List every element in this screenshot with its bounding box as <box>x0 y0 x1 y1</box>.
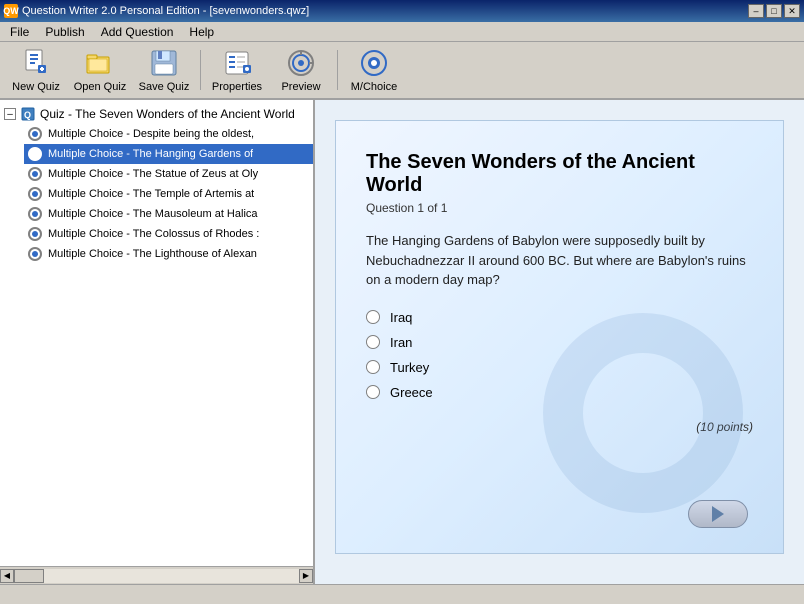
window-controls: – □ ✕ <box>748 4 800 18</box>
new-quiz-label: New Quiz <box>12 81 60 93</box>
app-icon: QW <box>4 4 18 18</box>
maximize-button[interactable]: □ <box>766 4 782 18</box>
option-radio-0[interactable] <box>366 310 380 324</box>
radio-icon <box>28 207 42 221</box>
status-bar <box>0 584 804 604</box>
save-quiz-button[interactable]: Save Quiz <box>134 45 194 95</box>
scroll-right-button[interactable]: ▶ <box>299 569 313 583</box>
mchoice-label: M/Choice <box>351 81 397 93</box>
tree-item-label: Multiple Choice - The Hanging Gardens of <box>48 148 253 160</box>
right-panel: The Seven Wonders of the Ancient World Q… <box>315 100 804 584</box>
title-bar-left: QW Question Writer 2.0 Personal Edition … <box>4 4 309 18</box>
tree-item-label: Multiple Choice - The Statue of Zeus at … <box>48 168 258 180</box>
new-quiz-button[interactable]: New Quiz <box>6 45 66 95</box>
tree-children: Multiple Choice - Despite being the olde… <box>24 124 313 264</box>
tree-toggle[interactable]: – <box>4 108 16 120</box>
option-label-0: Iraq <box>390 310 412 325</box>
tree-view: – Q Quiz - The Seven Wonders of the Anci… <box>0 100 313 566</box>
save-quiz-icon <box>148 47 180 79</box>
tree-item-label: Multiple Choice - The Lighthouse of Alex… <box>48 248 257 260</box>
option-label-3: Greece <box>390 385 433 400</box>
properties-icon <box>221 47 253 79</box>
tree-item[interactable]: Multiple Choice - The Colossus of Rhodes… <box>24 224 313 244</box>
save-quiz-label: Save Quiz <box>139 81 190 93</box>
toolbar-separator-1 <box>200 50 201 90</box>
option-radio-2[interactable] <box>366 360 380 374</box>
tree-item[interactable]: Multiple Choice - The Mausoleum at Halic… <box>24 204 313 224</box>
radio-icon <box>28 227 42 241</box>
tree-item-label: Multiple Choice - Despite being the olde… <box>48 128 254 140</box>
menu-publish[interactable]: Publish <box>37 22 92 41</box>
open-quiz-label: Open Quiz <box>74 81 127 93</box>
title-bar: QW Question Writer 2.0 Personal Edition … <box>0 0 804 22</box>
main-area: – Q Quiz - The Seven Wonders of the Anci… <box>0 100 804 584</box>
horizontal-scrollbar: ◀ ▶ <box>0 566 313 584</box>
tree-item[interactable]: Multiple Choice - The Lighthouse of Alex… <box>24 244 313 264</box>
radio-icon <box>28 127 42 141</box>
open-quiz-icon <box>84 47 116 79</box>
option-radio-3[interactable] <box>366 385 380 399</box>
properties-button[interactable]: Properties <box>207 45 267 95</box>
preview-icon <box>285 47 317 79</box>
properties-label: Properties <box>212 81 262 93</box>
preview-area: The Seven Wonders of the Ancient World Q… <box>335 120 784 554</box>
scroll-left-button[interactable]: ◀ <box>0 569 14 583</box>
minimize-button[interactable]: – <box>748 4 764 18</box>
tree-item-label: Multiple Choice - The Mausoleum at Halic… <box>48 208 258 220</box>
radio-icon <box>28 187 42 201</box>
menu-help[interactable]: Help <box>181 22 222 41</box>
preview-title: The Seven Wonders of the Ancient World <box>366 151 753 197</box>
mchoice-icon <box>358 47 390 79</box>
tree-item[interactable]: Multiple Choice - The Temple of Artemis … <box>24 184 313 204</box>
tree-item[interactable]: Multiple Choice - The Statue of Zeus at … <box>24 164 313 184</box>
tree-item-label: Multiple Choice - The Temple of Artemis … <box>48 188 254 200</box>
option-label-1: Iran <box>390 335 412 350</box>
preview-label: Preview <box>281 81 320 93</box>
quiz-icon: Q <box>20 106 36 122</box>
preview-button[interactable]: Preview <box>271 45 331 95</box>
radio-icon <box>28 167 42 181</box>
preview-question-num: Question 1 of 1 <box>366 201 753 215</box>
menu-add-question[interactable]: Add Question <box>93 22 182 41</box>
watermark <box>543 313 743 513</box>
mchoice-button[interactable]: M/Choice <box>344 45 404 95</box>
window-title: Question Writer 2.0 Personal Edition - [… <box>22 5 309 17</box>
scroll-track <box>14 569 299 583</box>
menu-file[interactable]: File <box>2 22 37 41</box>
tree-item-label: Multiple Choice - The Colossus of Rhodes… <box>48 228 259 240</box>
next-button[interactable] <box>688 500 748 528</box>
radio-icon <box>28 247 42 261</box>
toolbar-separator-2 <box>337 50 338 90</box>
left-panel: – Q Quiz - The Seven Wonders of the Anci… <box>0 100 315 584</box>
svg-text:Q: Q <box>24 110 31 120</box>
toolbar: New Quiz Open Quiz Save Quiz <box>0 42 804 100</box>
tree-item[interactable]: Multiple Choice - Despite being the olde… <box>24 124 313 144</box>
menu-bar: File Publish Add Question Help <box>0 22 804 42</box>
option-label-2: Turkey <box>390 360 429 375</box>
tree-root-label: Quiz - The Seven Wonders of the Ancient … <box>40 107 295 121</box>
option-radio-1[interactable] <box>366 335 380 349</box>
scroll-thumb[interactable] <box>14 569 44 583</box>
close-button[interactable]: ✕ <box>784 4 800 18</box>
tree-root[interactable]: – Q Quiz - The Seven Wonders of the Anci… <box>0 104 313 124</box>
app-icon-label: QW <box>3 6 19 16</box>
radio-icon <box>28 147 42 161</box>
new-quiz-icon <box>20 47 52 79</box>
preview-option: Iraq <box>366 310 753 325</box>
tree-item[interactable]: Multiple Choice - The Hanging Gardens of <box>24 144 313 164</box>
preview-body: The Hanging Gardens of Babylon were supp… <box>366 231 746 290</box>
next-arrow-icon <box>712 506 724 522</box>
open-quiz-button[interactable]: Open Quiz <box>70 45 130 95</box>
